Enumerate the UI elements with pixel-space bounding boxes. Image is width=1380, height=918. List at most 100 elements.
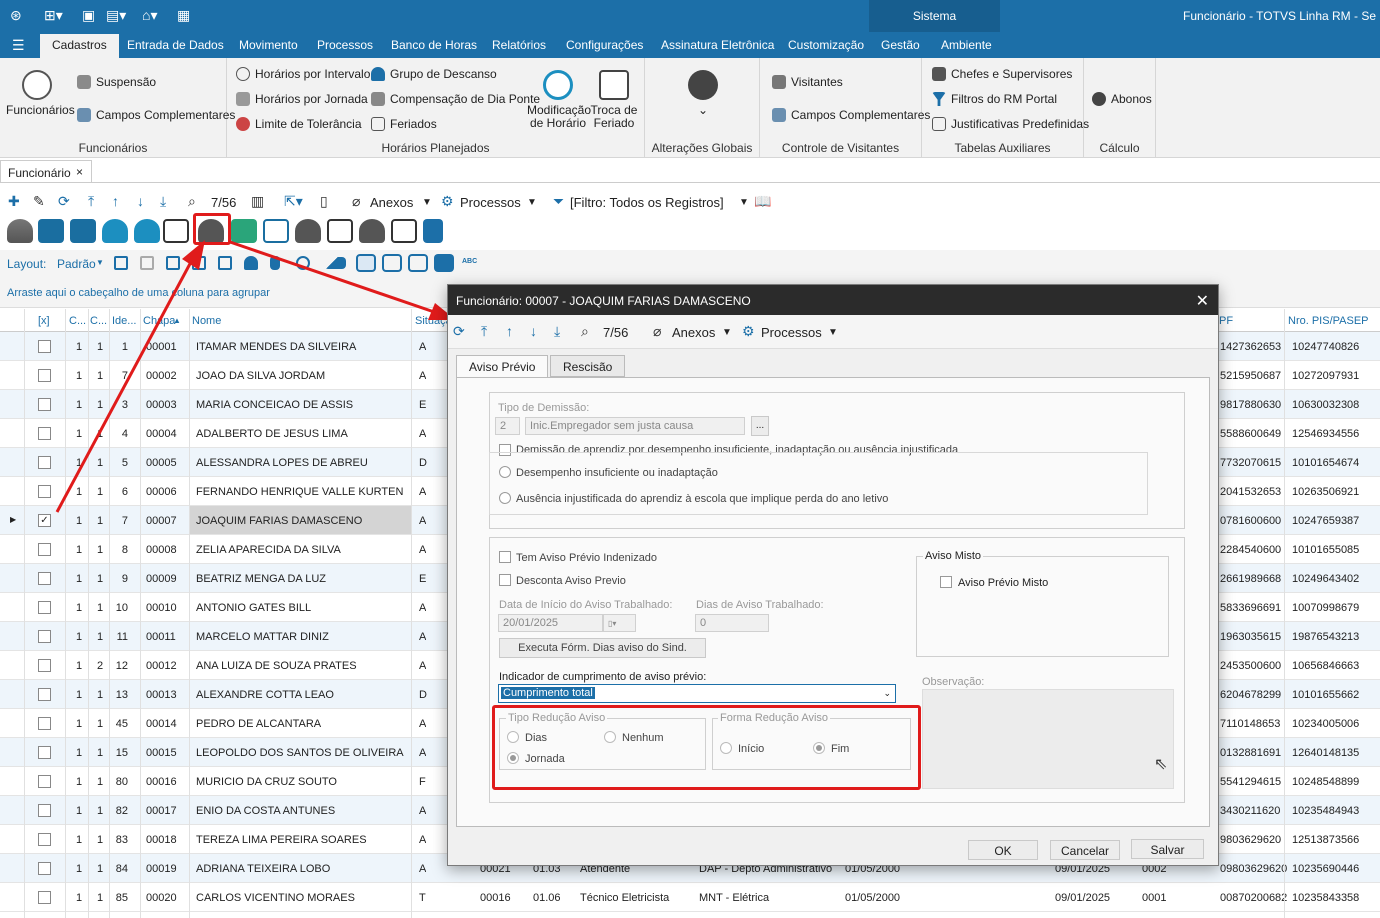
last-icon[interactable]: ⤓	[554, 323, 560, 340]
row-checkbox[interactable]	[38, 688, 51, 701]
chefes-button[interactable]: Chefes e Supervisores	[932, 67, 1072, 81]
user-transfer-icon[interactable]	[295, 219, 321, 243]
chevron-down-icon[interactable]: ▼	[828, 327, 838, 338]
col-select[interactable]: [x]	[38, 315, 50, 327]
indicador-select[interactable]: Cumprimento total ⌄	[498, 684, 896, 703]
processos-menu[interactable]: Processos	[460, 195, 521, 210]
document-check-icon[interactable]	[163, 219, 189, 243]
close-icon[interactable]: ✕	[1196, 291, 1209, 311]
users-add-icon[interactable]	[359, 219, 385, 243]
grupo-descanso-button[interactable]: Grupo de Descanso	[371, 67, 497, 81]
row-checkbox[interactable]	[38, 543, 51, 556]
cancel-button[interactable]: Cancelar	[1050, 840, 1120, 860]
refresh-icon[interactable]: ⟳	[58, 193, 70, 210]
table-row[interactable]: 1 1 85 00020 CARLOS VICENTINO MORAES T 0087020…	[0, 883, 1380, 912]
anexos-menu[interactable]: Anexos	[672, 325, 715, 340]
row-checkbox[interactable]	[38, 862, 51, 875]
database-icon[interactable]	[38, 219, 64, 243]
mail-open-icon[interactable]	[231, 219, 257, 243]
col-c2[interactable]: C...	[90, 315, 107, 327]
col-cpf[interactable]: PF	[1219, 315, 1233, 327]
book-icon[interactable]: 📖	[754, 193, 771, 210]
layout-save-icon[interactable]	[218, 256, 232, 270]
save-button[interactable]: Salvar	[1131, 839, 1204, 859]
tipo-code-field[interactable]: 2	[495, 417, 520, 435]
menu-assinatura[interactable]: Assinatura Eletrônica	[661, 38, 774, 52]
grid-icon[interactable]: ▦	[177, 7, 190, 24]
alteracoes-globais-button[interactable]: ⌄	[685, 70, 721, 117]
row-checkbox[interactable]	[38, 775, 51, 788]
layout-delete-icon[interactable]	[140, 256, 154, 270]
chevron-down-icon[interactable]: ▼	[739, 197, 749, 208]
close-icon[interactable]: ×	[76, 165, 83, 179]
row-checkbox[interactable]	[38, 369, 51, 382]
next-icon[interactable]: ↓	[530, 323, 537, 339]
view-split-icon[interactable]	[382, 254, 402, 272]
first-icon[interactable]: ⤒	[88, 193, 94, 210]
campos-complementares-button[interactable]: Campos Complementares	[77, 108, 235, 122]
spellcheck-icon[interactable]: ABC	[462, 258, 477, 265]
menu-entrada-dados[interactable]: Entrada de Dados	[127, 38, 224, 52]
suspensao-button[interactable]: Suspensão	[77, 75, 156, 89]
abonos-button[interactable]: Abonos	[1092, 92, 1152, 106]
first-icon[interactable]: ⤒	[481, 323, 487, 340]
compensacao-button[interactable]: Compensação de Dia Ponte	[371, 92, 540, 106]
book-pages-icon[interactable]	[423, 219, 443, 243]
row-checkbox[interactable]	[38, 891, 51, 904]
menu-gestao[interactable]: Gestão	[881, 38, 920, 52]
row-checkbox[interactable]	[38, 659, 51, 672]
tab-rescisao[interactable]: Rescisão	[550, 355, 626, 377]
document-tab[interactable]: Funcionário ×	[0, 160, 92, 182]
layout-import-icon[interactable]	[166, 256, 180, 270]
row-checkbox[interactable]	[38, 630, 51, 643]
row-checkbox[interactable]	[38, 572, 51, 585]
view-full-icon[interactable]	[434, 254, 454, 272]
row-checkbox[interactable]	[38, 427, 51, 440]
executa-formula-button[interactable]: Executa Fórm. Dias aviso do Sind.	[499, 638, 706, 658]
col-chapa[interactable]: Chapa	[143, 315, 175, 327]
umbrella-clock-icon[interactable]	[134, 219, 160, 243]
ausencia-radio[interactable]	[499, 492, 511, 504]
next-icon[interactable]: ↓	[137, 193, 144, 209]
window-icon[interactable]: ▤▾	[106, 7, 126, 24]
col-c1[interactable]: C...	[69, 315, 86, 327]
row-checkbox[interactable]	[38, 833, 51, 846]
row-checkbox[interactable]	[38, 717, 51, 730]
row-checkbox[interactable]	[38, 485, 51, 498]
horarios-intervalo-button[interactable]: Horários por Intervalo	[236, 67, 370, 81]
menu-configuracoes[interactable]: Configurações	[566, 38, 643, 52]
visitantes-campos-button[interactable]: Campos Complementares	[772, 108, 930, 122]
visitantes-button[interactable]: Visitantes	[772, 75, 843, 89]
col-ide[interactable]: Ide...	[112, 315, 136, 327]
observacao-field[interactable]	[922, 689, 1174, 789]
row-checkbox[interactable]	[38, 340, 51, 353]
search-icon[interactable]: ⌕	[188, 193, 196, 210]
anexos-menu[interactable]: Anexos	[370, 195, 413, 210]
horarios-jornada-button[interactable]: Horários por Jornada	[236, 92, 368, 106]
pin-vertical-icon[interactable]	[270, 256, 280, 270]
prev-icon[interactable]: ↑	[506, 323, 513, 339]
paint-icon[interactable]	[296, 256, 310, 270]
export-icon[interactable]: ⇱▾	[284, 193, 303, 210]
row-checkbox[interactable]	[38, 456, 51, 469]
limite-tolerancia-button[interactable]: Limite de Tolerância	[236, 117, 362, 131]
layout-dropdown[interactable]: Padrão	[57, 257, 96, 271]
modificacao-horario-button[interactable]: Modificação de Horário	[527, 70, 591, 130]
last-icon[interactable]: ⤓	[160, 193, 166, 210]
aviso-misto-checkbox[interactable]	[940, 576, 952, 588]
pin-icon[interactable]	[244, 256, 258, 270]
troca-feriado-button[interactable]: Troca de Feriado	[589, 70, 639, 130]
chevron-down-icon[interactable]: ▼	[422, 197, 432, 208]
add-icon[interactable]: ✚	[8, 193, 20, 210]
menu-relatorios[interactable]: Relatórios	[492, 38, 546, 52]
view-icon[interactable]: ▣	[82, 7, 95, 24]
menu-processos[interactable]: Processos	[317, 38, 373, 52]
menu-banco-horas[interactable]: Banco de Horas	[391, 38, 477, 52]
col-pis[interactable]: Nro. PIS/PASEP	[1288, 315, 1369, 327]
menu-movimento[interactable]: Movimento	[239, 38, 298, 52]
row-checkbox[interactable]	[38, 398, 51, 411]
chevron-down-icon[interactable]: ▼	[722, 327, 732, 338]
tab-aviso-previo[interactable]: Aviso Prévio	[456, 355, 549, 378]
chevron-down-icon[interactable]: ▼	[96, 258, 104, 267]
ok-button[interactable]: OK	[968, 840, 1038, 860]
